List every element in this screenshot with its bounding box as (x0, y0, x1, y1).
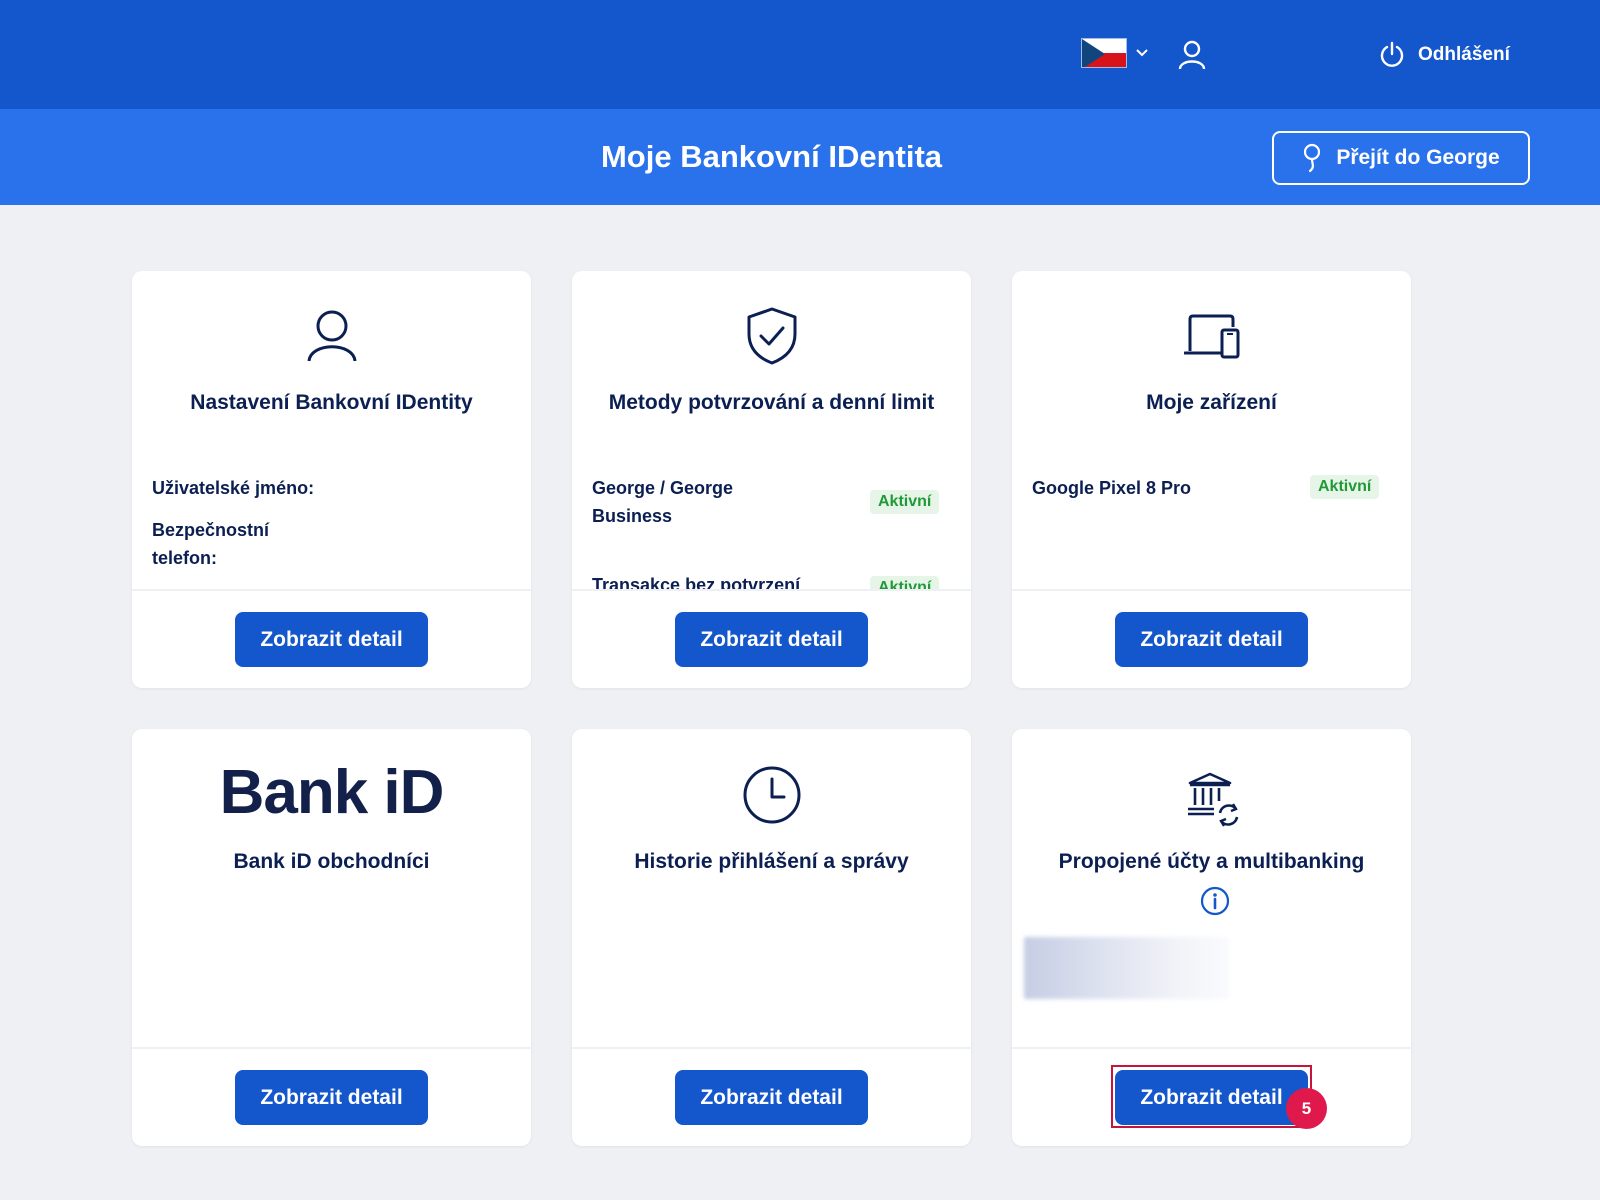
top-header: Odhlášení (0, 0, 1600, 109)
bank-sync-icon (1012, 771, 1411, 827)
power-icon (1380, 41, 1404, 67)
blurred-account-preview (1024, 937, 1230, 999)
cz-flag-icon[interactable] (1081, 38, 1127, 68)
card-title: Bank iD obchodníci (233, 850, 430, 873)
title-bar: Moje Bankovní IDentita Přejít do George (0, 109, 1600, 205)
user-icon (132, 309, 531, 363)
card-title: Moje zařízení (1146, 391, 1277, 414)
clock-icon (572, 765, 971, 825)
card-identity-settings: Nastavení Bankovní IDentity Uživatelské … (132, 271, 531, 688)
status-badge: Aktivní (1310, 475, 1380, 499)
step-badge: 5 (1286, 1088, 1327, 1129)
card-title: Metody potvrzování a denní limit (608, 391, 935, 414)
method-no-confirm-label: Transakce bez potvrzení (592, 575, 801, 589)
go-to-george-button[interactable]: Přejít do George (1272, 131, 1530, 185)
method-george-label: George / George Business (592, 478, 734, 526)
location-pin-icon (1304, 143, 1321, 173)
card-title: Propojené účty a multibanking (1058, 850, 1365, 873)
logout-label: Odhlášení (1418, 44, 1510, 65)
card-confirmation-methods: Metody potvrzování a denní limit George … (572, 271, 971, 688)
bank-id-logo: Bank iD (219, 758, 445, 827)
shield-check-icon (572, 306, 971, 366)
card-my-devices: Moje zařízení Google Pixel 8 Pro Aktivní… (1012, 271, 1411, 688)
go-to-george-label: Přejít do George (1336, 146, 1500, 169)
highlight-frame (1111, 1065, 1312, 1128)
logout-button[interactable]: Odhlášení (1378, 40, 1510, 70)
devices-icon (1012, 313, 1411, 359)
card-title: Historie přihlášení a správy (634, 850, 909, 873)
show-detail-button[interactable]: Zobrazit detail (235, 1070, 428, 1125)
show-detail-button[interactable]: Zobrazit detail (675, 1070, 868, 1125)
status-badge: Aktivní (870, 576, 940, 589)
card-login-history: Historie přihlášení a správy Zobrazit de… (572, 729, 971, 1146)
device-name-label: Google Pixel 8 Pro (1032, 478, 1192, 498)
chevron-down-icon[interactable] (1134, 46, 1150, 60)
security-phone-label: Bezpečnostní telefon: (152, 520, 270, 568)
status-badge: Aktivní (870, 490, 940, 514)
card-title: Nastavení Bankovní IDentity (190, 391, 473, 414)
card-bank-id-merchants: Bank iD Bank iD obchodníci Zobrazit deta… (132, 729, 531, 1146)
show-detail-button[interactable]: Zobrazit detail (235, 612, 428, 667)
username-label: Uživatelské jméno: (152, 478, 315, 498)
info-icon[interactable] (1200, 886, 1230, 916)
show-detail-button[interactable]: Zobrazit detail (675, 612, 868, 667)
user-profile-icon[interactable] (1178, 40, 1206, 70)
show-detail-button[interactable]: Zobrazit detail (1115, 612, 1308, 667)
